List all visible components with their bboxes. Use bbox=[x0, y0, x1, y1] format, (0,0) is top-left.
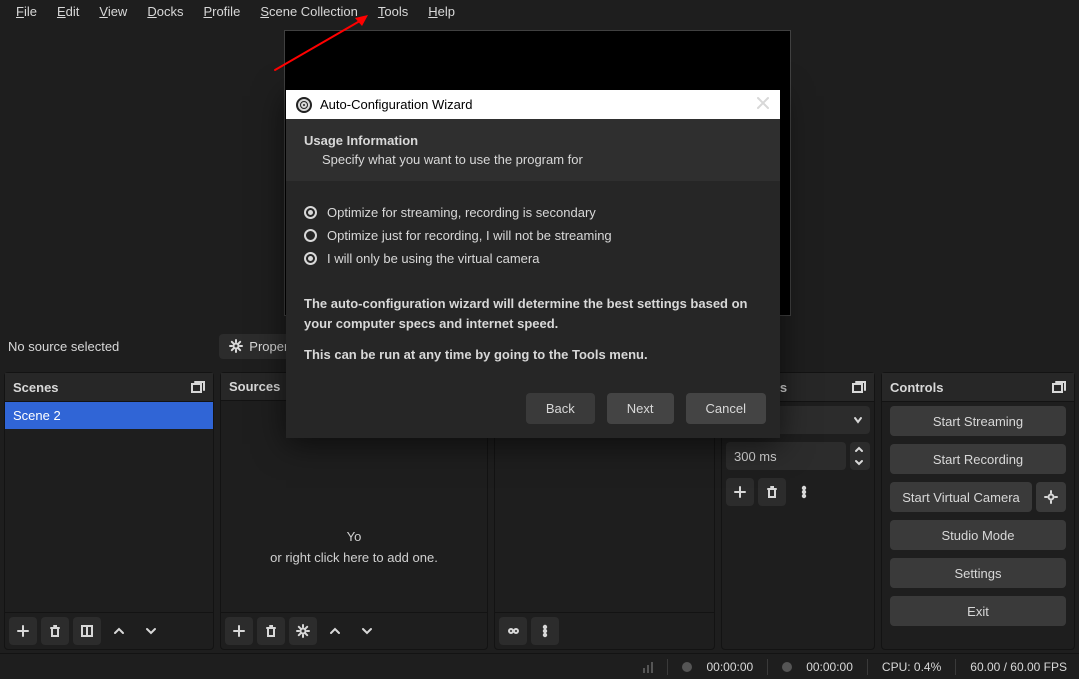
source-up-button[interactable] bbox=[321, 617, 349, 645]
gear-cog-icon bbox=[505, 623, 521, 639]
sources-title: Sources bbox=[229, 379, 280, 394]
chevron-up-icon bbox=[327, 623, 343, 639]
add-scene-button[interactable] bbox=[9, 617, 37, 645]
radio-icon bbox=[304, 252, 317, 265]
dialog-subheading: Specify what you want to use the program… bbox=[304, 152, 762, 167]
chevron-down-icon bbox=[850, 456, 868, 470]
live-indicator-icon bbox=[682, 662, 692, 672]
plus-icon bbox=[15, 623, 31, 639]
auto-config-dialog: Auto-Configuration Wizard Usage Informat… bbox=[286, 90, 780, 438]
chevron-up-icon bbox=[111, 623, 127, 639]
radio-icon bbox=[304, 206, 317, 219]
gear-icon bbox=[295, 623, 311, 639]
radio-option-streaming[interactable]: Optimize for streaming, recording is sec… bbox=[304, 205, 762, 220]
gear-icon bbox=[229, 339, 243, 353]
trash-icon bbox=[764, 484, 780, 500]
settings-button[interactable]: Settings bbox=[890, 558, 1066, 588]
menu-edit[interactable]: Edit bbox=[49, 2, 87, 21]
mixer-settings-button[interactable] bbox=[499, 617, 527, 645]
kebab-icon bbox=[796, 484, 812, 500]
trash-icon bbox=[263, 623, 279, 639]
close-icon bbox=[756, 96, 770, 110]
radio-option-recording[interactable]: Optimize just for recording, I will not … bbox=[304, 228, 762, 243]
dialog-info: The auto-configuration wizard will deter… bbox=[286, 282, 780, 383]
radio-option-vcam[interactable]: I will only be using the virtual camera bbox=[304, 251, 762, 266]
scene-filter-button[interactable] bbox=[73, 617, 101, 645]
scenes-title: Scenes bbox=[13, 380, 59, 395]
start-streaming-button[interactable]: Start Streaming bbox=[890, 406, 1066, 436]
plus-icon bbox=[732, 484, 748, 500]
dropdown-icon bbox=[852, 414, 864, 426]
back-button[interactable]: Back bbox=[526, 393, 595, 424]
plus-icon bbox=[231, 623, 247, 639]
scene-up-button[interactable] bbox=[105, 617, 133, 645]
delete-scene-button[interactable] bbox=[41, 617, 69, 645]
popout-icon[interactable] bbox=[1050, 379, 1066, 395]
cancel-button[interactable]: Cancel bbox=[686, 393, 766, 424]
radio-icon bbox=[304, 229, 317, 242]
delete-transition-button[interactable] bbox=[758, 478, 786, 506]
controls-title: Controls bbox=[890, 380, 943, 395]
controls-dock: Controls Start Streaming Start Recording… bbox=[881, 372, 1075, 650]
popout-icon[interactable] bbox=[189, 379, 205, 395]
next-button[interactable]: Next bbox=[607, 393, 674, 424]
kebab-icon bbox=[537, 623, 553, 639]
menu-bar: FFileile Edit View Docks Profile Scene C… bbox=[0, 0, 1079, 22]
source-down-button[interactable] bbox=[353, 617, 381, 645]
popout-icon[interactable] bbox=[850, 379, 866, 395]
menu-file[interactable]: FFileile bbox=[8, 2, 45, 21]
scene-down-button[interactable] bbox=[137, 617, 165, 645]
duration-stepper[interactable] bbox=[850, 442, 870, 470]
mixer-menu-button[interactable] bbox=[531, 617, 559, 645]
menu-scene-collection[interactable]: Scene Collection bbox=[252, 2, 366, 21]
add-transition-button[interactable] bbox=[726, 478, 754, 506]
scene-item[interactable]: Scene 2 bbox=[5, 402, 213, 429]
start-virtual-camera-button[interactable]: Start Virtual Camera bbox=[890, 482, 1032, 512]
chevron-down-icon bbox=[143, 623, 159, 639]
add-source-button[interactable] bbox=[225, 617, 253, 645]
source-properties-button[interactable] bbox=[289, 617, 317, 645]
trash-icon bbox=[47, 623, 63, 639]
transition-menu-button[interactable] bbox=[790, 478, 818, 506]
live-time: 00:00:00 bbox=[706, 660, 753, 674]
dialog-close-button[interactable] bbox=[756, 96, 770, 113]
rec-time: 00:00:00 bbox=[806, 660, 853, 674]
sources-hint: Yo or right click here to add one. bbox=[221, 527, 487, 569]
dialog-heading: Usage Information bbox=[304, 133, 762, 148]
status-bar: 00:00:00 00:00:00 CPU: 0.4% 60.00 / 60.0… bbox=[0, 653, 1079, 679]
start-recording-button[interactable]: Start Recording bbox=[890, 444, 1066, 474]
menu-view[interactable]: View bbox=[91, 2, 135, 21]
duration-input[interactable]: 300 ms bbox=[726, 442, 846, 470]
network-bars-icon bbox=[643, 661, 653, 673]
gear-icon bbox=[1044, 490, 1058, 504]
filter-icon bbox=[79, 623, 95, 639]
scenes-dock: Scenes Scene 2 bbox=[4, 372, 214, 650]
studio-mode-button[interactable]: Studio Mode bbox=[890, 520, 1066, 550]
fps: 60.00 / 60.00 FPS bbox=[970, 660, 1067, 674]
obs-logo-icon bbox=[296, 97, 312, 113]
menu-help[interactable]: Help bbox=[420, 2, 463, 21]
dialog-title-text: Auto-Configuration Wizard bbox=[320, 97, 472, 112]
chevron-up-icon bbox=[850, 442, 868, 456]
virtual-camera-settings-button[interactable] bbox=[1036, 482, 1066, 512]
menu-tools[interactable]: Tools bbox=[370, 2, 416, 21]
cpu-usage: CPU: 0.4% bbox=[882, 660, 941, 674]
menu-docks[interactable]: Docks bbox=[139, 2, 191, 21]
delete-source-button[interactable] bbox=[257, 617, 285, 645]
exit-button[interactable]: Exit bbox=[890, 596, 1066, 626]
no-source-label: No source selected bbox=[8, 339, 119, 354]
dialog-titlebar[interactable]: Auto-Configuration Wizard bbox=[286, 90, 780, 119]
menu-profile[interactable]: Profile bbox=[195, 2, 248, 21]
chevron-down-icon bbox=[359, 623, 375, 639]
rec-indicator-icon bbox=[782, 662, 792, 672]
